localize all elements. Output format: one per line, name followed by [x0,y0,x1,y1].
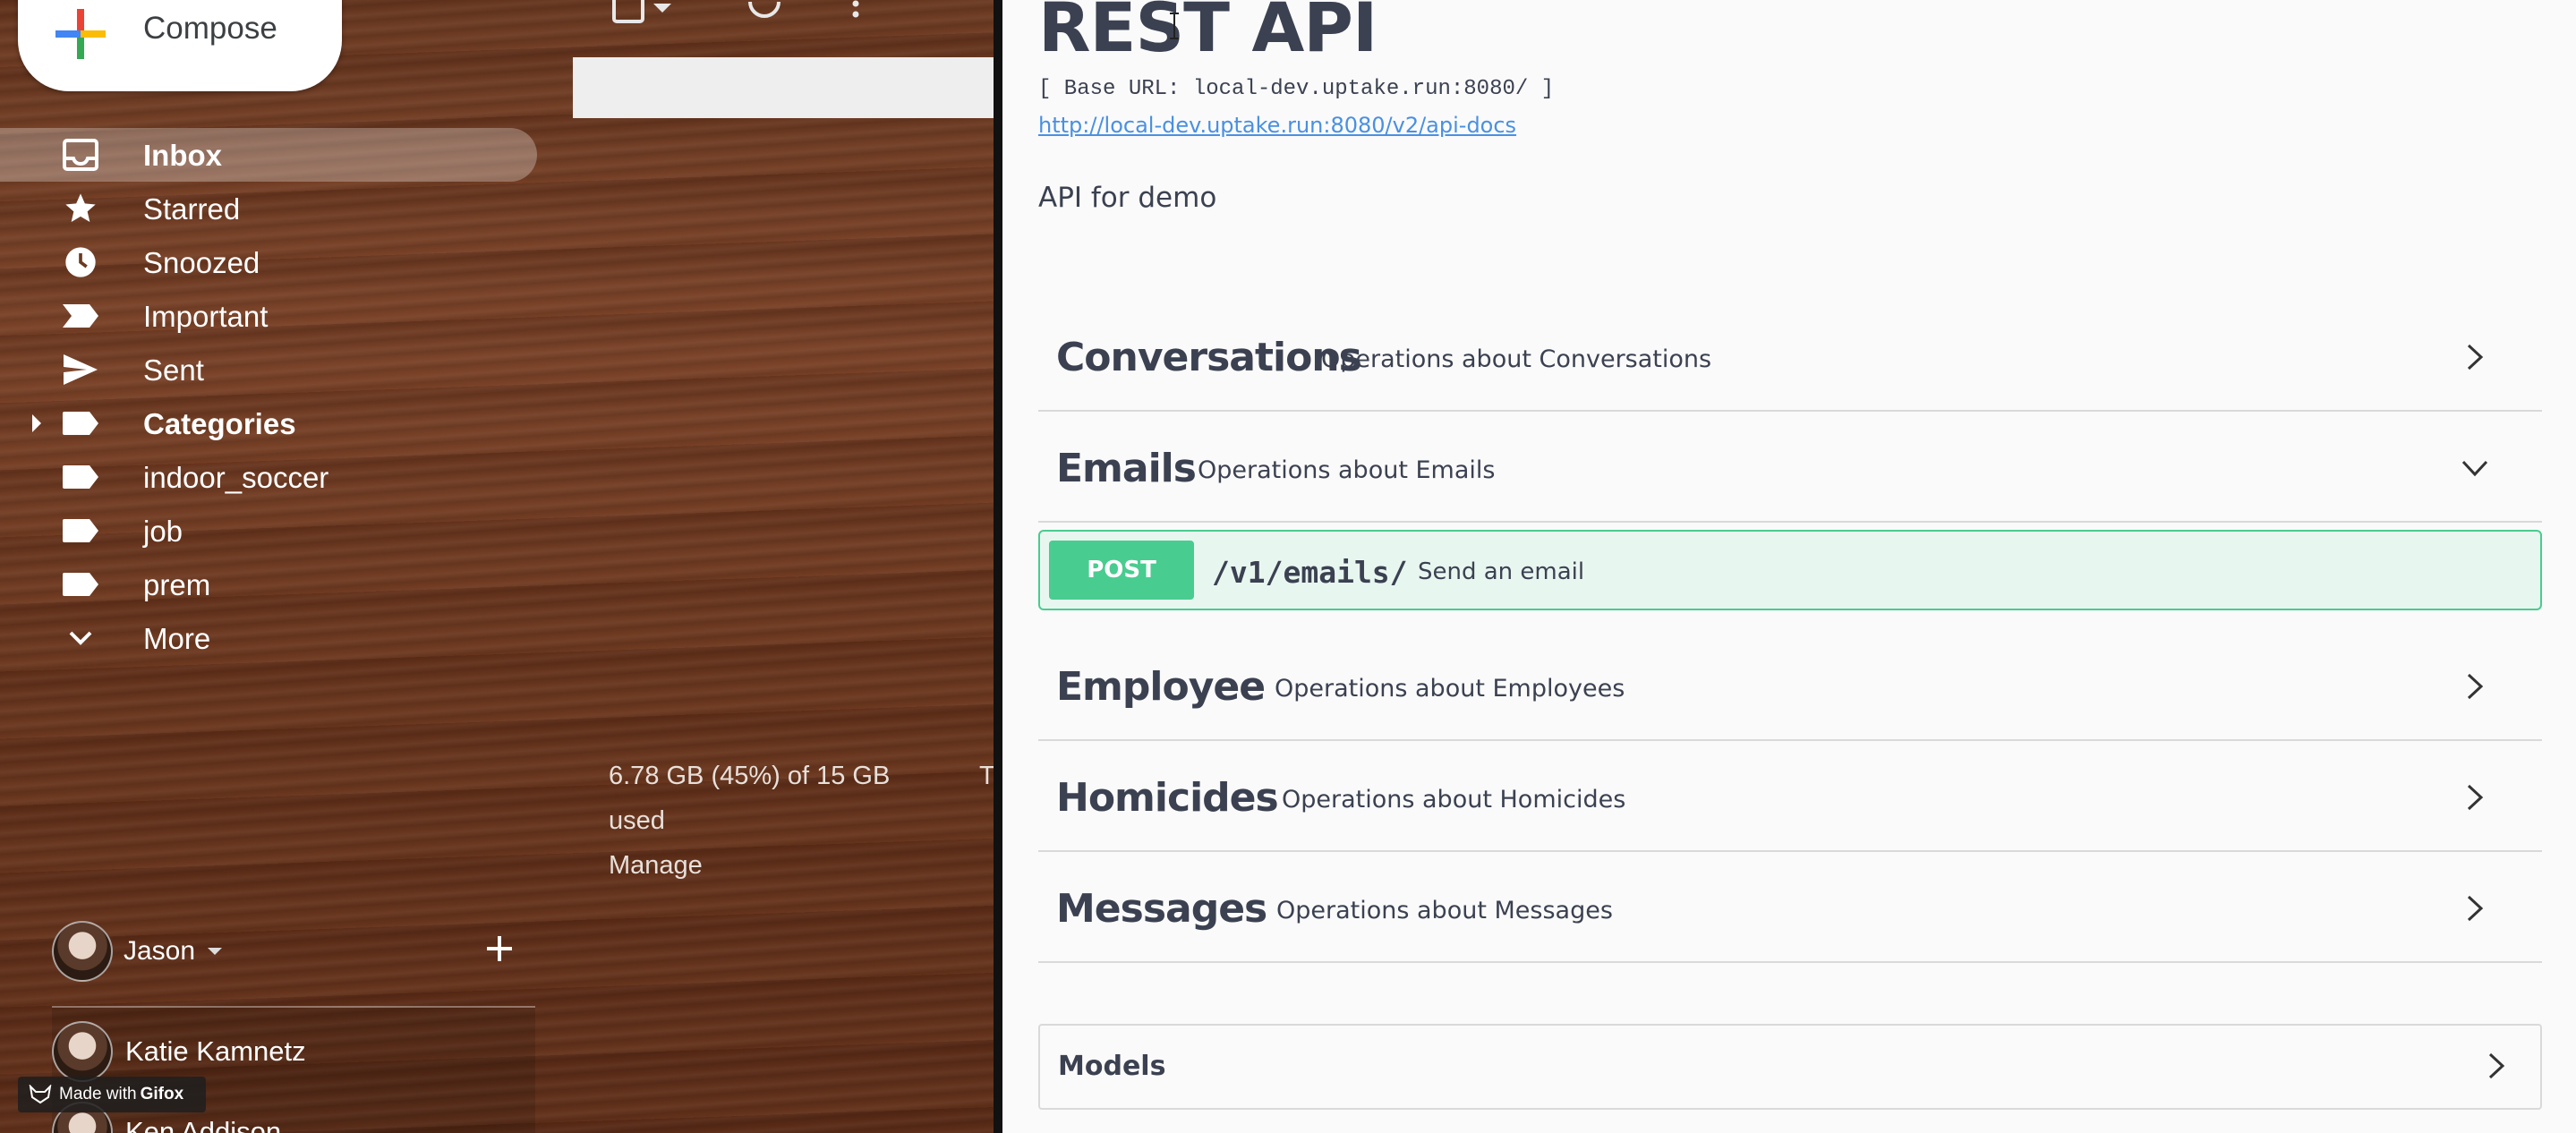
tag-name: Messages [1056,886,1267,932]
sidebar-item-snoozed[interactable]: Snoozed [0,235,537,289]
sidebar-item-label: indoor_soccer [143,461,329,494]
tag-description: Operations about Messages [1276,897,1613,924]
chevron-right-icon[interactable] [2460,342,2490,372]
chevron-down-icon[interactable] [2460,453,2490,483]
sidebar-item-prem[interactable]: prem [0,558,537,611]
sidebar-item-label: More [143,622,211,655]
gmail-panel: Compose Inbox Starred Snoozed Important … [0,0,994,1133]
sidebar-item-label: Sent [143,354,204,387]
chevron-right-icon[interactable] [2460,671,2490,702]
label-icon [61,409,100,438]
sidebar-item-job[interactable]: job [0,504,537,558]
sidebar-item-inbox[interactable]: Inbox [0,128,537,182]
chevron-right-icon[interactable] [2460,782,2490,813]
storage-usage-text: 6.78 GB (45%) of 15 GB [609,762,891,790]
contact-name: Katie Kamnetz [125,1035,306,1067]
email-list-placeholder-bar [573,57,994,118]
sidebar-item-indoor-soccer[interactable]: indoor_soccer [0,450,537,504]
models-section[interactable]: Models [1038,1024,2542,1110]
select-checkbox-icon[interactable] [612,0,684,25]
tag-name: Homicides [1056,775,1279,821]
contact-name: Ken Addison [125,1116,282,1133]
tag-name: Emails [1056,446,1197,491]
hangouts-user[interactable]: Jason [52,921,224,982]
terms-link-partial[interactable]: T [979,754,994,798]
models-label: Models [1058,1051,1166,1082]
tag-name: Conversations [1056,335,1362,380]
sidebar-item-label: prem [143,568,211,601]
sidebar-item-important[interactable]: Important [0,289,537,343]
manage-storage-link[interactable]: Manage [609,843,890,888]
text-cursor-icon [1170,13,1179,39]
sidebar-item-label: Important [143,300,269,333]
label-icon [61,463,100,491]
contact-item[interactable]: Katie Kamnetz [52,1020,306,1083]
star-icon [61,193,100,223]
http-method-badge: POST [1049,541,1194,600]
sidebar-item-label: Inbox [143,139,222,172]
important-icon [61,302,100,330]
clock-icon [61,247,100,277]
chevron-right-icon[interactable] [2481,1051,2512,1081]
sidebar-item-label: Categories [143,407,296,440]
label-icon [61,516,100,545]
swagger-panel: REST API [ Base URL: local-dev.uptake.ru… [1002,0,2576,1133]
gifox-fox-icon [29,1085,52,1104]
operation-summary: Send an email [1418,558,1585,585]
sidebar-item-label: Starred [143,192,241,226]
storage-info: 6.78 GB (45%) of 15 GB used Manage [609,754,890,888]
tag-name: Employee [1056,664,1266,710]
operation-post-emails[interactable]: POST /v1/emails/ Send an email [1038,530,2542,610]
new-conversation-plus-icon[interactable] [483,933,516,965]
tag-emails[interactable]: Emails Operations about Emails [1038,412,2542,523]
tag-description: Operations about Emails [1198,456,1496,484]
inbox-icon [61,139,100,171]
avatar [52,1021,113,1082]
sidebar-item-sent[interactable]: Sent [0,343,537,396]
gifox-watermark: Made with Gifox [18,1077,206,1112]
sidebar-item-starred[interactable]: Starred [0,182,537,235]
gifox-prefix: Made with [59,1085,137,1103]
tag-description: Operations about Homicides [1282,786,1626,814]
compose-plus-icon [55,9,106,59]
sidebar-item-label: Snoozed [143,246,260,279]
tag-employee[interactable]: Employee Operations about Employees [1038,630,2542,741]
compose-button[interactable]: Compose [18,0,342,91]
refresh-icon[interactable] [746,0,782,23]
sidebar-item-categories[interactable]: Categories [0,396,537,450]
sidebar-item-label: job [143,515,183,548]
operation-path: /v1/emails/ [1212,555,1408,590]
tag-description: Operations about Employees [1275,675,1625,703]
chevron-down-icon [61,624,100,652]
expand-caret-icon[interactable] [32,414,41,432]
base-url: [ Base URL: local-dev.uptake.run:8080/ ] [1038,77,1555,101]
avatar [52,921,113,982]
tag-description: Operations about Conversations [1321,345,1712,373]
chevron-right-icon[interactable] [2460,893,2490,924]
gifox-brand: Gifox [140,1085,184,1103]
api-description: API for demo [1038,182,1217,214]
sidebar-nav: Inbox Starred Snoozed Important Sent Cat… [0,128,537,665]
sidebar-item-more[interactable]: More [0,611,537,665]
tag-messages[interactable]: Messages Operations about Messages [1038,852,2542,963]
label-icon [61,570,100,599]
more-options-icon[interactable] [845,0,866,23]
window-divider [994,0,1002,1133]
tag-homicides[interactable]: Homicides Operations about Homicides [1038,741,2542,852]
tag-conversations[interactable]: Conversations Operations about Conversat… [1038,301,2542,412]
api-docs-link[interactable]: http://local-dev.uptake.run:8080/v2/api-… [1038,113,1516,138]
caret-down-icon[interactable] [206,946,224,957]
hangouts-user-name: Jason [124,936,196,966]
compose-label: Compose [143,11,277,46]
send-icon [61,354,100,385]
page-title: REST API [1038,0,1378,67]
storage-usage-suffix: used [609,806,665,835]
